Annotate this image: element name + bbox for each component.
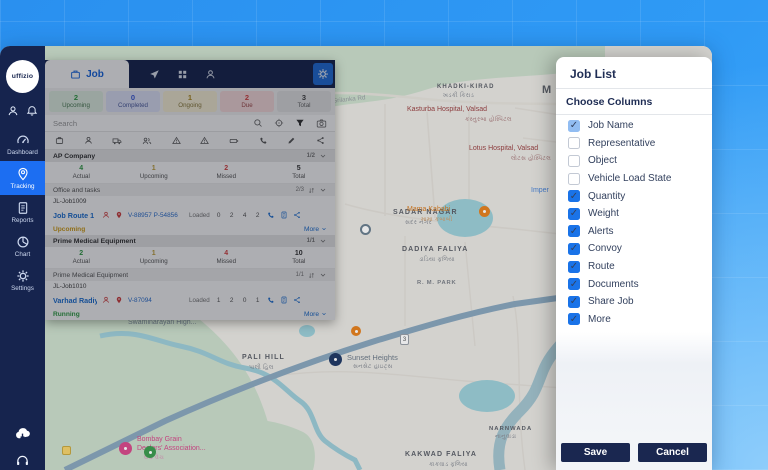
column-option-weight[interactable]: Weight <box>562 205 706 223</box>
pin-user-icon <box>16 167 30 181</box>
column-option-label: Documents <box>588 279 639 290</box>
drawer-actions: Save Cancel <box>556 437 712 470</box>
sidebar-item-chart[interactable]: Chart <box>0 229 45 263</box>
column-option-label: Representative <box>588 138 655 149</box>
bell-icon[interactable] <box>26 105 38 117</box>
sidebar: uffizio Dashboard Tracking Reports Chart <box>0 46 45 470</box>
document-icon <box>16 201 30 215</box>
checkbox[interactable] <box>568 261 580 273</box>
column-option-job-name[interactable]: Job Name <box>562 117 706 135</box>
sidebar-item-label: Settings <box>11 285 34 292</box>
column-option-alerts[interactable]: Alerts <box>562 223 706 241</box>
column-option-label: Quantity <box>588 191 625 202</box>
app-window: Srilanka Rd KHADKI-KIRAD ખડકી કિરાડ M Ka… <box>0 46 712 470</box>
column-option-representative[interactable]: Representative <box>562 135 706 153</box>
column-option-share-job[interactable]: Share Job <box>562 293 706 311</box>
sidebar-item-label: Dashboard <box>7 149 38 156</box>
checkbox[interactable] <box>568 225 580 237</box>
checkbox[interactable] <box>568 278 580 290</box>
sidebar-item-label: Reports <box>11 217 33 224</box>
column-option-label: Alerts <box>588 226 614 237</box>
sidebar-item-dashboard[interactable]: Dashboard <box>0 127 45 161</box>
job-list-panel: Job 2Upcoming 0Completed 1Ongoing 2Due 3… <box>45 60 335 320</box>
column-option-convoy[interactable]: Convoy <box>562 240 706 258</box>
logo-text: uffizio <box>12 73 33 80</box>
sidebar-item-label: Tracking <box>11 183 35 190</box>
sidebar-item-settings[interactable]: Settings <box>0 263 45 297</box>
checkbox[interactable] <box>568 190 580 202</box>
drawer-title: Job List <box>556 57 712 88</box>
column-option-label: Object <box>588 155 617 166</box>
column-option-label: Weight <box>588 208 619 219</box>
column-option-more[interactable]: More <box>562 311 706 329</box>
headset-icon[interactable] <box>15 453 30 468</box>
column-option-object[interactable]: Object <box>562 152 706 170</box>
sidebar-item-label: Chart <box>15 251 30 258</box>
app-logo[interactable]: uffizio <box>6 60 39 93</box>
checkbox[interactable] <box>568 120 580 132</box>
pie-chart-icon <box>16 235 30 249</box>
cancel-button[interactable]: Cancel <box>638 443 707 462</box>
checkbox[interactable] <box>568 313 580 325</box>
user-icon[interactable] <box>7 105 19 117</box>
column-option-route[interactable]: Route <box>562 258 706 276</box>
column-option-label: Share Job <box>588 296 634 307</box>
column-option-label: Vehicle Load State <box>588 173 671 184</box>
checkbox[interactable] <box>568 155 580 167</box>
column-option-label: Route <box>588 261 615 272</box>
drawer-spacer <box>556 332 712 437</box>
checkbox[interactable] <box>568 137 580 149</box>
choose-columns-heading: Choose Columns <box>556 89 712 114</box>
sidebar-nav: Dashboard Tracking Reports Chart Setting… <box>0 127 45 297</box>
save-button[interactable]: Save <box>561 443 630 462</box>
column-option-label: More <box>588 314 611 325</box>
column-option-quantity[interactable]: Quantity <box>562 187 706 205</box>
sidebar-item-reports[interactable]: Reports <box>0 195 45 229</box>
checkbox[interactable] <box>568 296 580 308</box>
column-option-documents[interactable]: Documents <box>562 275 706 293</box>
checkbox[interactable] <box>568 173 580 185</box>
column-option-label: Job Name <box>588 120 634 131</box>
checkbox[interactable] <box>568 208 580 220</box>
sidebar-item-tracking[interactable]: Tracking <box>0 161 45 195</box>
cloud-download-icon[interactable] <box>14 426 31 443</box>
column-option-label: Convoy <box>588 243 622 254</box>
checkbox[interactable] <box>568 243 580 255</box>
gauge-icon <box>16 133 30 147</box>
modal-dim-overlay <box>45 60 335 320</box>
column-checkbox-list: Job Name Representative Object Vehicle L… <box>556 115 712 332</box>
job-list-drawer: Job List Choose Columns Job Name Represe… <box>556 57 712 470</box>
column-option-vehicle-load-state[interactable]: Vehicle Load State <box>562 170 706 188</box>
gear-icon <box>16 269 30 283</box>
